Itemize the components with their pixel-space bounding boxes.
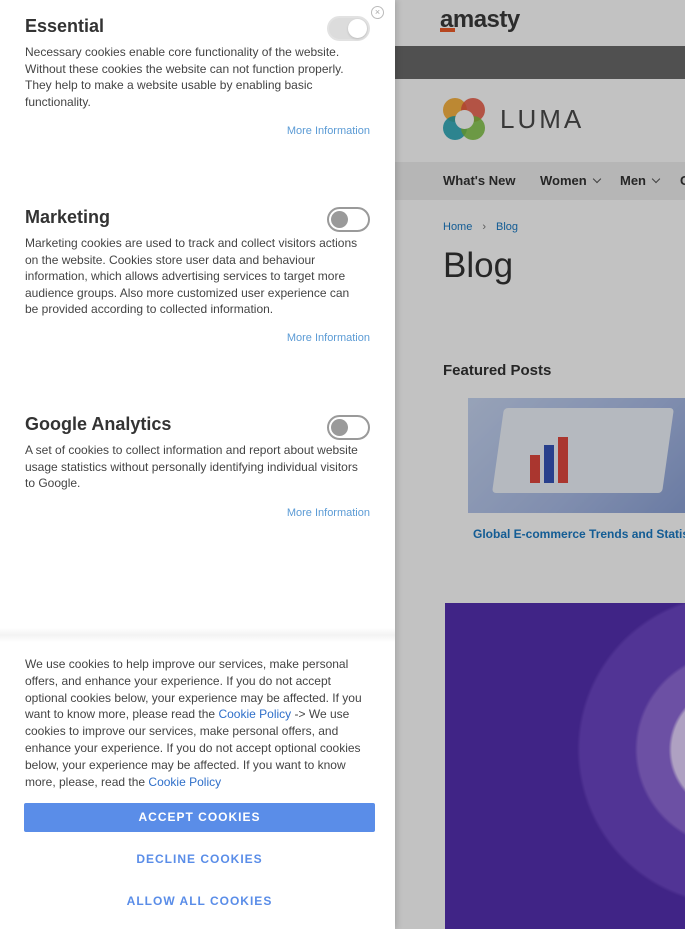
google-analytics-toggle[interactable] — [327, 415, 370, 440]
cookie-group-description: Marketing cookies are used to track and … — [25, 236, 358, 317]
toggle-knob — [331, 211, 348, 228]
cookie-policy-link[interactable]: Cookie Policy — [148, 775, 221, 789]
more-information-link[interactable]: More Information — [287, 507, 370, 519]
decline-cookies-button[interactable]: DECLINE COOKIES — [24, 852, 375, 866]
accept-cookies-button[interactable]: ACCEPT COOKIES — [24, 803, 375, 832]
cookie-settings-panel: × Essential Necessary cookies enable cor… — [0, 0, 395, 929]
close-icon[interactable]: × — [371, 6, 384, 19]
cookie-group-title: Marketing — [25, 207, 111, 227]
cookie-group-marketing: Marketing Marketing cookies are used to … — [25, 207, 370, 344]
cookie-policy-text: We use cookies to help improve our servi… — [25, 656, 375, 790]
cookie-group-essential: Essential Necessary cookies enable core … — [25, 16, 370, 137]
toggle-knob — [331, 419, 348, 436]
cookie-group-description: Necessary cookies enable core functional… — [25, 45, 344, 109]
cookie-group-title: Google Analytics — [25, 414, 172, 434]
essential-toggle[interactable] — [327, 16, 370, 41]
more-information-link[interactable]: More Information — [287, 332, 370, 344]
allow-all-cookies-button[interactable]: ALLOW ALL COOKIES — [24, 894, 375, 908]
toggle-knob — [348, 19, 367, 38]
cookie-group-title: Essential — [25, 16, 105, 36]
more-information-link[interactable]: More Information — [287, 125, 370, 137]
panel-divider — [0, 628, 395, 642]
cookie-group-google-analytics: Google Analytics A set of cookies to col… — [25, 414, 370, 519]
cookie-policy-link[interactable]: Cookie Policy — [218, 707, 291, 721]
marketing-toggle[interactable] — [327, 207, 370, 232]
cookie-group-description: A set of cookies to collect information … — [25, 443, 358, 491]
